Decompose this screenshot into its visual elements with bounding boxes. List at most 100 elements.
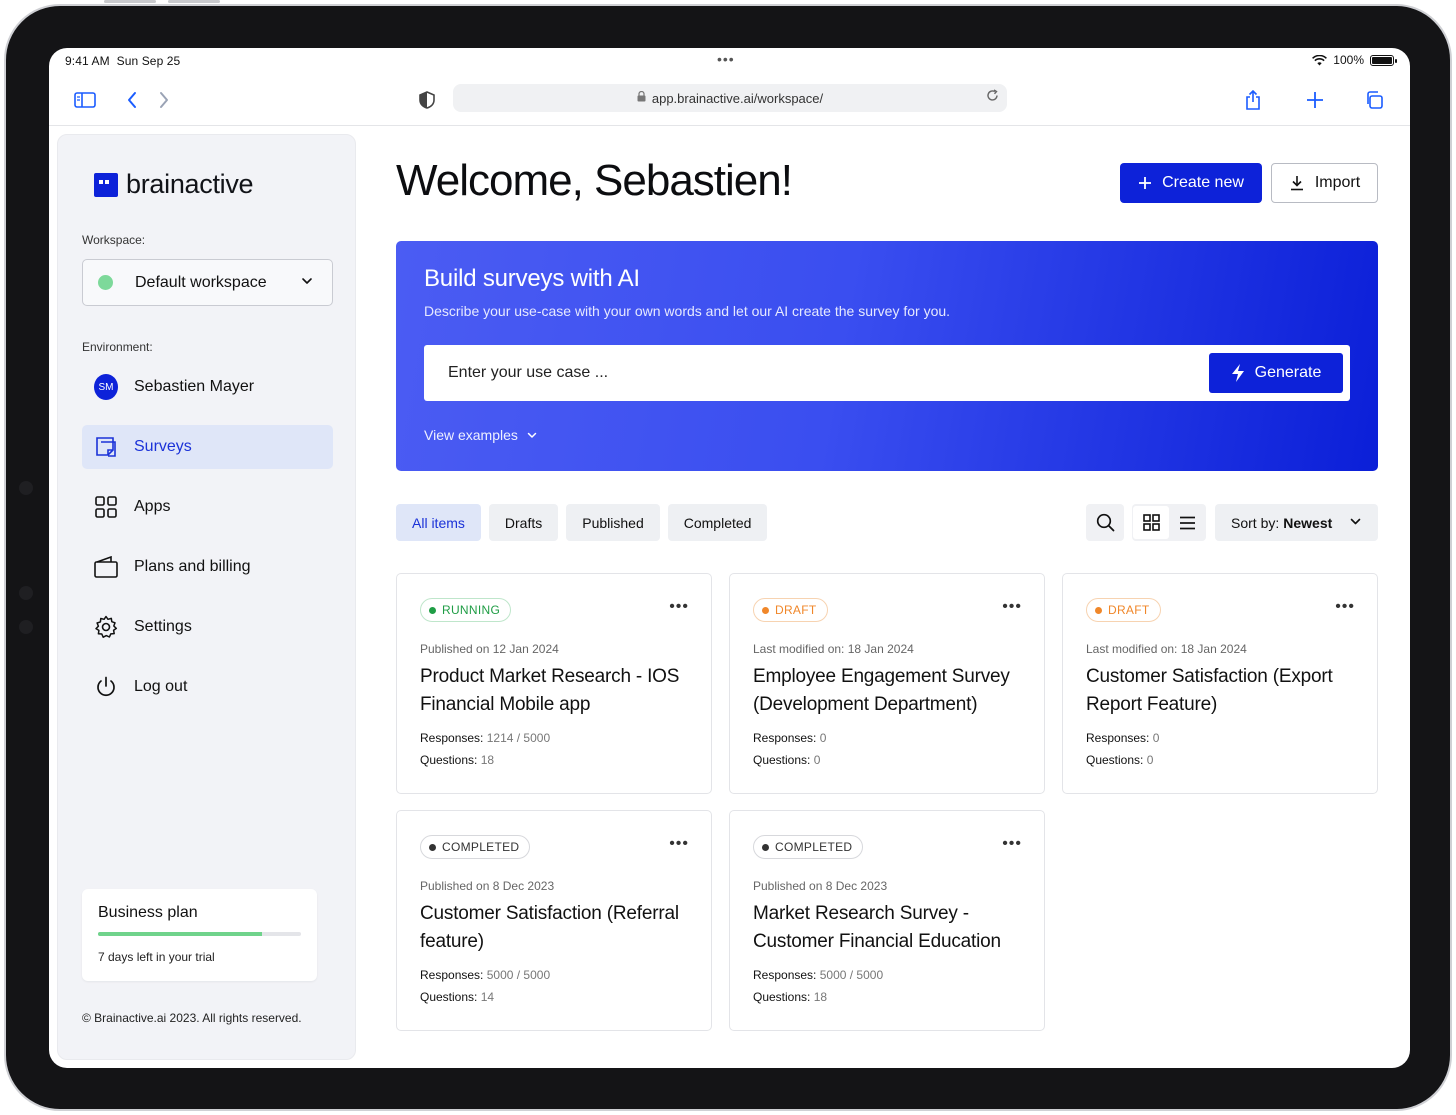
device-sensor (19, 586, 33, 600)
sidebar-item-logout[interactable]: Log out (82, 665, 333, 709)
apps-icon (94, 495, 118, 519)
questions-label: Questions: (1086, 753, 1144, 767)
tab-completed[interactable]: Completed (667, 504, 768, 541)
card-questions: Questions: 18 (753, 990, 827, 1004)
card-date-value: 12 Jan 2024 (492, 642, 559, 656)
view-toggle (1132, 504, 1206, 541)
card-date-value: 8 Dec 2023 (492, 879, 555, 893)
questions-label: Questions: (420, 990, 478, 1004)
sidebar-item-apps[interactable]: Apps (82, 485, 333, 529)
status-dot (1095, 606, 1102, 614)
responses-label: Responses: (420, 731, 484, 745)
sidebar-item-settings[interactable]: Settings (82, 605, 333, 649)
card-questions: Questions: 14 (420, 990, 494, 1004)
list-view-icon (1179, 516, 1195, 529)
survey-card[interactable]: DRAFT ••• Last modified on: 18 Jan 2024 Emp… (729, 573, 1045, 794)
sidebar-item-plans-billing[interactable]: Plans and billing (82, 545, 333, 589)
survey-card[interactable]: COMPLETED ••• Published on 8 Dec 2023 Marke… (729, 810, 1045, 1031)
card-date-value: 18 Jan 2024 (1180, 642, 1247, 656)
responses-label: Responses: (420, 968, 484, 982)
forward-icon[interactable] (152, 88, 176, 112)
more-options-icon[interactable]: ••• (1002, 835, 1022, 853)
more-options-icon[interactable]: ••• (669, 598, 689, 616)
plan-card[interactable]: Business plan 7 days left in your trial (82, 889, 317, 981)
import-button[interactable]: Import (1271, 163, 1378, 203)
privacy-shield-icon[interactable] (415, 88, 439, 112)
lightning-icon (1231, 364, 1244, 382)
card-date-label: Published on (420, 879, 490, 893)
survey-card[interactable]: COMPLETED ••• Published on 8 Dec 2023 Custo… (396, 810, 712, 1031)
status-dot (429, 843, 436, 851)
more-options-icon[interactable]: ••• (1002, 598, 1022, 616)
workspace-value: Default workspace (135, 273, 267, 291)
new-tab-icon[interactable] (1303, 88, 1327, 112)
environment-user[interactable]: SM Sebastien Mayer (82, 365, 333, 409)
status-dot (762, 843, 769, 851)
more-options-icon[interactable]: ••• (669, 835, 689, 853)
sidebar-item-label: Log out (134, 678, 188, 695)
card-date: Last modified on: 18 Jan 2024 (1086, 642, 1247, 656)
card-title[interactable]: Market Research Survey - Customer Financ… (753, 900, 1033, 956)
sidebar: brainactive Workspace: Default workspace… (57, 134, 356, 1060)
status-time: 9:41 AM Sun Sep 25 (65, 54, 181, 68)
status-badge: DRAFT (753, 598, 828, 622)
responses-label: Responses: (753, 968, 817, 982)
grid-view-button[interactable] (1133, 506, 1169, 539)
status-badge: DRAFT (1086, 598, 1161, 622)
battery-percent: 100% (1333, 53, 1364, 67)
sort-dropdown[interactable]: Sort by: Newest (1215, 504, 1378, 541)
questions-value: 18 (480, 753, 495, 767)
share-icon[interactable] (1241, 88, 1265, 112)
device-button-top (104, 0, 156, 3)
url-bar[interactable]: app.brainactive.ai/workspace/ (453, 84, 1007, 112)
responses-value: 5000 / 5000 (819, 968, 884, 982)
status-badge: COMPLETED (420, 835, 531, 859)
view-examples-link[interactable]: View examples (424, 427, 538, 443)
banner-subtitle: Describe your use-case with your own wor… (424, 303, 951, 319)
card-date: Published on 12 Jan 2024 (420, 642, 559, 656)
more-options-icon[interactable]: ••• (1335, 598, 1355, 616)
gear-icon (94, 615, 118, 639)
create-new-button[interactable]: Create new (1120, 163, 1262, 203)
sidebar-toggle-icon[interactable] (73, 88, 97, 112)
card-title[interactable]: Customer Satisfaction (Referral feature) (420, 900, 700, 956)
card-title[interactable]: Customer Satisfaction (Export Report Fea… (1086, 663, 1366, 719)
user-name: Sebastien Mayer (134, 378, 255, 395)
status-text: COMPLETED (775, 840, 853, 854)
sidebar-item-surveys[interactable]: Surveys (82, 425, 333, 469)
tab-all-items[interactable]: All items (396, 504, 481, 541)
banner-title: Build surveys with AI (424, 265, 640, 292)
card-title[interactable]: Product Market Research - IOS Financial … (420, 663, 700, 719)
tab-drafts[interactable]: Drafts (488, 504, 559, 541)
grid-view-icon (1142, 514, 1160, 531)
multitask-dots-icon[interactable]: ••• (717, 51, 735, 67)
survey-card[interactable]: RUNNING ••• Published on 12 Jan 2024 Produc… (396, 573, 712, 794)
reload-icon[interactable] (986, 89, 999, 105)
list-view-button[interactable] (1169, 506, 1205, 539)
workspace-select[interactable]: Default workspace (82, 259, 333, 306)
filter-tabs: All items Drafts Published Completed (396, 504, 768, 541)
workspace-label: Workspace: (82, 233, 146, 247)
url-text: app.brainactive.ai/workspace/ (651, 90, 824, 106)
status-text: DRAFT (775, 603, 817, 617)
status-text: DRAFT (1108, 603, 1150, 617)
chevron-down-icon (527, 432, 537, 438)
import-label: Import (1314, 174, 1361, 191)
status-dot (762, 606, 769, 614)
use-case-input[interactable] (424, 345, 1194, 401)
sidebar-item-label: Settings (134, 618, 192, 635)
card-title[interactable]: Employee Engagement Survey (Development … (753, 663, 1033, 719)
plus-icon (1139, 177, 1152, 189)
wallet-icon (94, 555, 118, 579)
card-date-label: Published on (420, 642, 490, 656)
tab-published[interactable]: Published (566, 504, 660, 541)
generate-button[interactable]: Generate (1209, 353, 1343, 393)
back-icon[interactable] (120, 88, 144, 112)
search-button[interactable] (1086, 504, 1124, 541)
survey-card[interactable]: DRAFT ••• Last modified on: 18 Jan 2024 Cus… (1062, 573, 1378, 794)
sidebar-item-label: Surveys (134, 438, 192, 455)
plan-title: Business plan (98, 904, 198, 921)
brand-logo[interactable]: brainactive (94, 169, 254, 200)
tabs-overview-icon[interactable] (1362, 88, 1386, 112)
avatar: SM (94, 374, 118, 400)
